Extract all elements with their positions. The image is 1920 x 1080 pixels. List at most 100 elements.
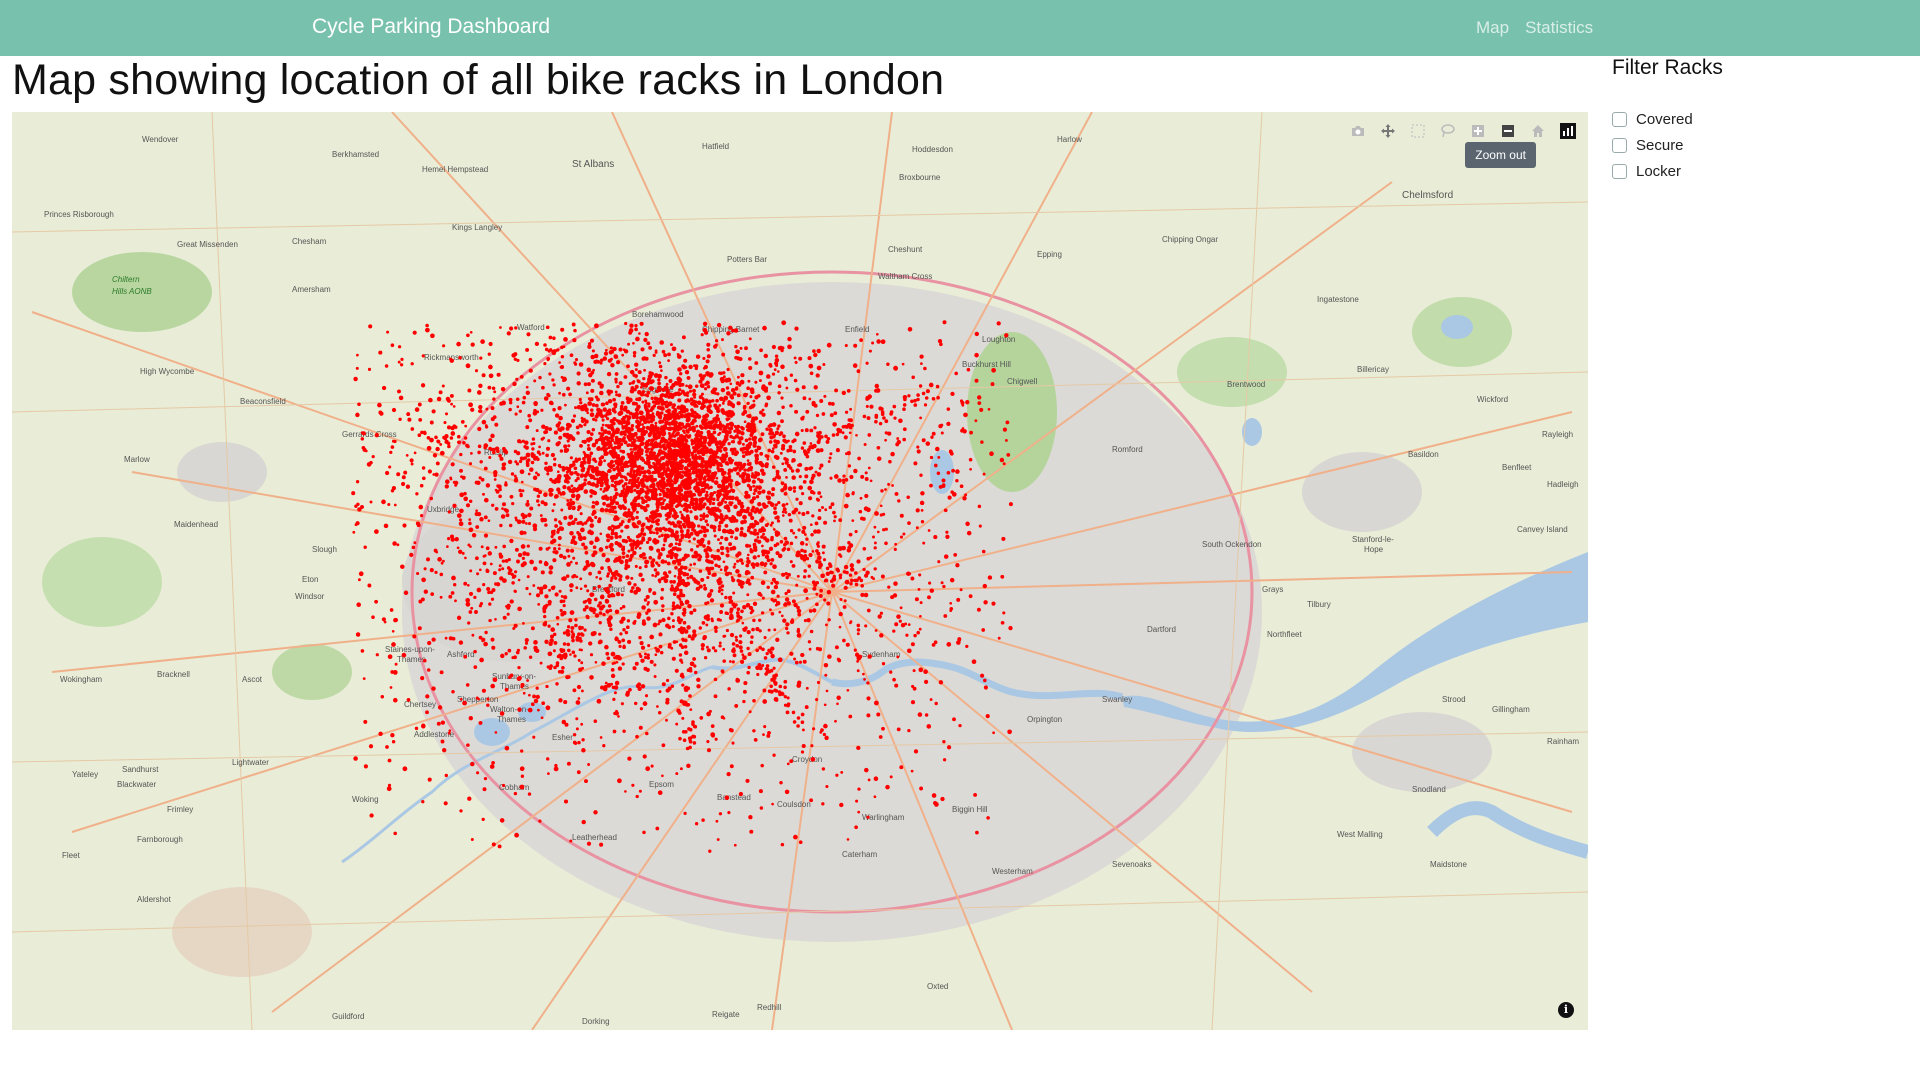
bike-rack-point[interactable] [907, 521, 911, 525]
bike-rack-point[interactable] [590, 388, 595, 393]
bike-rack-point[interactable] [667, 359, 670, 362]
bike-rack-point[interactable] [647, 644, 651, 648]
bike-rack-point[interactable] [525, 586, 529, 591]
bike-rack-point[interactable] [589, 494, 593, 498]
bike-rack-point[interactable] [769, 562, 773, 566]
bike-rack-point[interactable] [678, 410, 682, 414]
bike-rack-point[interactable] [743, 468, 747, 472]
bike-rack-point[interactable] [391, 642, 396, 647]
bike-rack-point[interactable] [463, 654, 468, 659]
bike-rack-point[interactable] [847, 545, 852, 550]
bike-rack-point[interactable] [621, 616, 626, 622]
bike-rack-point[interactable] [719, 541, 723, 545]
bike-rack-point[interactable] [747, 571, 751, 575]
bike-rack-point[interactable] [588, 600, 592, 605]
bike-rack-point[interactable] [520, 774, 525, 778]
bike-rack-point[interactable] [589, 432, 594, 436]
bike-rack-point[interactable] [545, 684, 549, 689]
bike-rack-point[interactable] [597, 438, 601, 442]
bike-rack-point[interactable] [794, 431, 800, 437]
bike-rack-point[interactable] [693, 493, 697, 497]
bike-rack-point[interactable] [608, 449, 614, 455]
bike-rack-point[interactable] [675, 640, 679, 644]
bike-rack-point[interactable] [699, 716, 704, 720]
bike-rack-point[interactable] [353, 376, 358, 382]
bike-rack-point[interactable] [827, 460, 831, 463]
bike-rack-point[interactable] [879, 611, 884, 615]
bike-rack-point[interactable] [601, 423, 605, 427]
bike-rack-point[interactable] [355, 366, 359, 370]
bike-rack-point[interactable] [652, 539, 656, 543]
bike-rack-point[interactable] [644, 356, 649, 361]
bike-rack-point[interactable] [381, 499, 386, 505]
bike-rack-point[interactable] [538, 560, 543, 564]
bike-rack-point[interactable] [489, 764, 495, 769]
bike-rack-point[interactable] [749, 499, 755, 504]
bike-rack-point[interactable] [433, 548, 438, 553]
bike-rack-point[interactable] [889, 670, 893, 674]
bike-rack-point[interactable] [654, 623, 658, 626]
bike-rack-point[interactable] [709, 485, 713, 489]
bike-rack-point[interactable] [673, 574, 677, 578]
bike-rack-point[interactable] [487, 385, 492, 390]
bike-rack-point[interactable] [730, 495, 735, 501]
bike-rack-point[interactable] [655, 571, 660, 576]
bike-rack-point[interactable] [477, 426, 482, 432]
bike-rack-point[interactable] [651, 400, 656, 404]
bike-rack-point[interactable] [583, 584, 588, 588]
bike-rack-point[interactable] [680, 382, 685, 387]
bike-rack-point[interactable] [369, 460, 373, 465]
bike-rack-point[interactable] [661, 547, 666, 551]
bike-rack-point[interactable] [823, 703, 827, 707]
bike-rack-point[interactable] [578, 397, 582, 402]
bike-rack-point[interactable] [695, 424, 699, 428]
bike-rack-point[interactable] [541, 385, 545, 390]
bike-rack-point[interactable] [907, 623, 911, 626]
bike-rack-point[interactable] [435, 446, 440, 452]
bike-rack-point[interactable] [439, 670, 444, 675]
bike-rack-point[interactable] [689, 548, 694, 552]
bike-rack-point[interactable] [576, 381, 581, 386]
bike-rack-point[interactable] [641, 621, 647, 626]
bike-rack-point[interactable] [720, 408, 725, 413]
bike-rack-point[interactable] [354, 523, 358, 527]
bike-rack-point[interactable] [653, 675, 657, 678]
bike-rack-point[interactable] [845, 492, 850, 498]
bike-rack-point[interactable] [391, 739, 396, 744]
bike-rack-point[interactable] [533, 566, 538, 571]
bike-rack-point[interactable] [766, 495, 772, 501]
bike-rack-point[interactable] [475, 509, 478, 513]
bike-rack-point[interactable] [928, 581, 932, 585]
bike-rack-point[interactable] [535, 429, 539, 433]
bike-rack-point[interactable] [672, 469, 678, 474]
bike-rack-point[interactable] [865, 361, 869, 365]
bike-rack-point[interactable] [511, 501, 515, 506]
bike-rack-point[interactable] [856, 745, 861, 751]
bike-rack-point[interactable] [864, 471, 868, 475]
bike-rack-point[interactable] [507, 557, 511, 562]
bike-rack-point[interactable] [495, 582, 501, 587]
bike-rack-point[interactable] [594, 395, 599, 399]
bike-rack-point[interactable] [696, 400, 702, 406]
bike-rack-point[interactable] [731, 436, 734, 439]
bike-rack-point[interactable] [746, 494, 751, 499]
bike-rack-point[interactable] [618, 347, 623, 352]
bike-rack-point[interactable] [427, 640, 432, 646]
bike-rack-point[interactable] [962, 429, 967, 434]
bike-rack-point[interactable] [604, 443, 608, 447]
bike-rack-point[interactable] [792, 531, 796, 535]
bike-rack-point[interactable] [757, 554, 760, 558]
bike-rack-point[interactable] [899, 535, 904, 539]
bike-rack-point[interactable] [812, 443, 817, 449]
bike-rack-point[interactable] [635, 794, 639, 799]
bike-rack-point[interactable] [400, 564, 405, 569]
bike-rack-point[interactable] [511, 575, 516, 579]
bike-rack-point[interactable] [969, 467, 972, 471]
bike-rack-point[interactable] [437, 705, 443, 710]
bike-rack-point[interactable] [540, 517, 545, 522]
bike-rack-point[interactable] [517, 578, 521, 582]
bike-rack-point[interactable] [824, 673, 828, 677]
bike-rack-point[interactable] [645, 731, 649, 736]
bike-rack-point[interactable] [666, 473, 670, 477]
bike-rack-point[interactable] [653, 432, 658, 437]
